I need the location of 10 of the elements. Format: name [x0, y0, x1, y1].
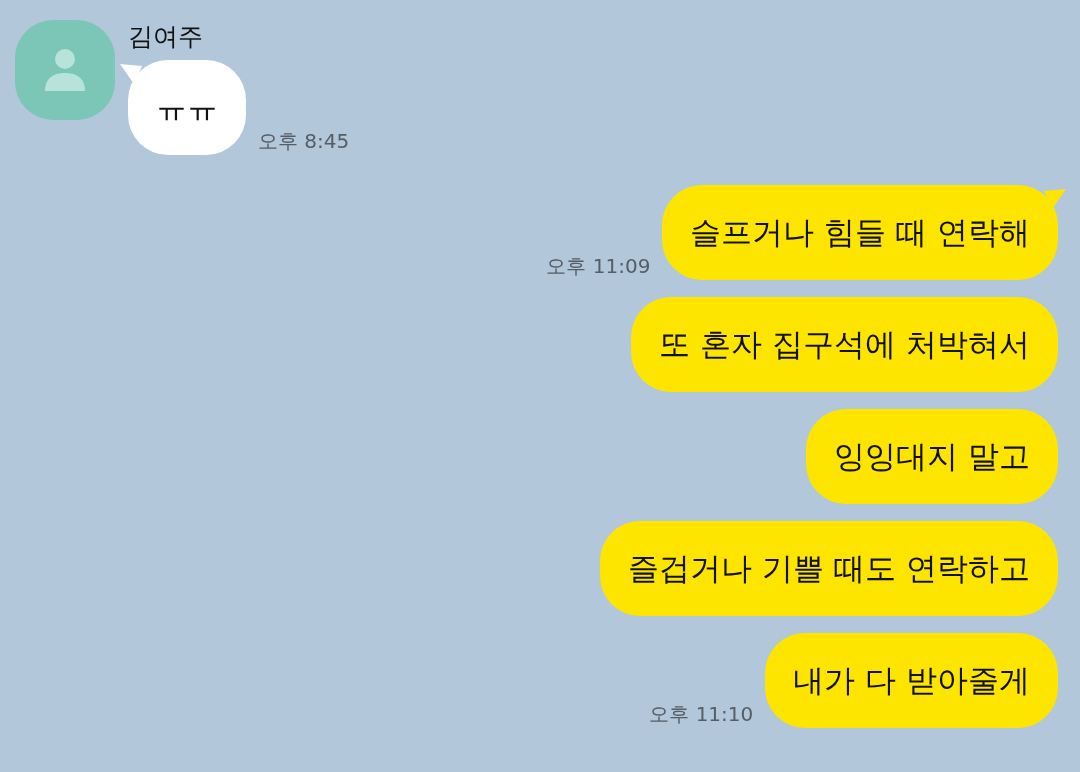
- message-bubble: 잉잉대지 말고: [806, 409, 1058, 504]
- message-bubble: 내가 다 받아줄게: [765, 633, 1058, 728]
- message-time: 오후 11:10: [649, 701, 754, 728]
- person-icon: [43, 47, 87, 93]
- message-bubble: 즐겁거나 기쁠 때도 연락하고: [600, 521, 1058, 616]
- message-bubble: 또 혼자 집구석에 처박혀서: [631, 297, 1058, 392]
- message-time: 오후 8:45: [258, 128, 350, 155]
- message-time: 오후 11:09: [546, 253, 651, 280]
- sender-name: 김여주: [128, 21, 204, 53]
- avatar[interactable]: [15, 20, 115, 120]
